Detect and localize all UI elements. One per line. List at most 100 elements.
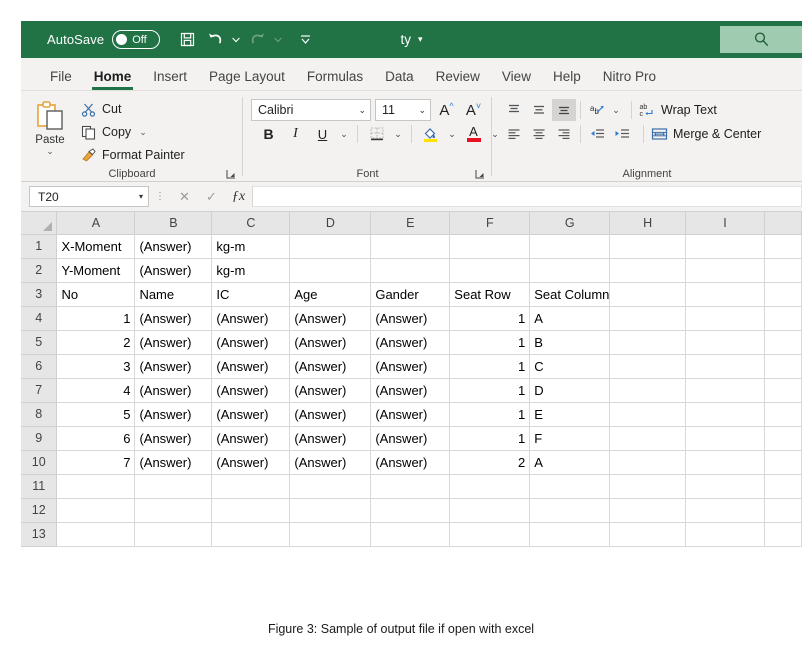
- decrease-font-size-button[interactable]: A ˅: [462, 99, 485, 121]
- enter-formula-button[interactable]: ✓: [198, 186, 225, 207]
- font-color-button[interactable]: A: [462, 123, 485, 145]
- cell-a2[interactable]: Y-Moment: [56, 258, 136, 283]
- cell-c6[interactable]: (Answer): [211, 354, 291, 379]
- select-all-button[interactable]: [21, 212, 58, 235]
- cell-a4[interactable]: 1: [56, 306, 136, 331]
- row-header-2[interactable]: 2: [21, 258, 58, 283]
- cell-e9[interactable]: (Answer): [370, 426, 451, 451]
- cell-a11[interactable]: [56, 474, 136, 499]
- cell-partial-13[interactable]: [764, 522, 802, 547]
- fill-color-button[interactable]: [419, 123, 442, 145]
- cell-c11[interactable]: [211, 474, 291, 499]
- cell-g4[interactable]: A: [529, 306, 611, 331]
- cell-g12[interactable]: [529, 498, 611, 523]
- row-header-8[interactable]: 8: [21, 402, 58, 427]
- cell-f3[interactable]: Seat Row: [449, 282, 531, 307]
- cell-e1[interactable]: [370, 234, 451, 259]
- cell-c5[interactable]: (Answer): [211, 330, 291, 355]
- cell-b10[interactable]: (Answer): [134, 450, 213, 475]
- cell-e3[interactable]: Gander: [370, 282, 451, 307]
- cell-c3[interactable]: IC: [211, 282, 291, 307]
- row-header-9[interactable]: 9: [21, 426, 58, 451]
- cell-h11[interactable]: [609, 474, 687, 499]
- tab-nitro-pro[interactable]: Nitro Pro: [592, 69, 667, 91]
- bold-button[interactable]: B: [257, 123, 280, 145]
- cell-g10[interactable]: A: [529, 450, 611, 475]
- cell-f10[interactable]: 2: [449, 450, 531, 475]
- cell-e11[interactable]: [370, 474, 451, 499]
- cell-partial-10[interactable]: [764, 450, 802, 475]
- cell-h4[interactable]: [609, 306, 687, 331]
- tab-home[interactable]: Home: [83, 69, 143, 91]
- cell-d5[interactable]: (Answer): [289, 330, 372, 355]
- cell-g2[interactable]: [529, 258, 611, 283]
- cell-g5[interactable]: B: [529, 330, 611, 355]
- cell-b9[interactable]: (Answer): [134, 426, 213, 451]
- cell-f12[interactable]: [449, 498, 531, 523]
- insert-function-button[interactable]: ƒx: [225, 186, 252, 207]
- cell-e10[interactable]: (Answer): [370, 450, 451, 475]
- merge-and-center-button[interactable]: Merge & Center: [648, 123, 761, 145]
- align-middle-button[interactable]: [527, 99, 551, 121]
- cell-b12[interactable]: [134, 498, 213, 523]
- tab-formulas[interactable]: Formulas: [296, 69, 374, 91]
- font-name-caret-icon[interactable]: ⌄: [358, 105, 366, 116]
- cell-f11[interactable]: [449, 474, 531, 499]
- cell-a1[interactable]: X-Moment: [56, 234, 136, 259]
- paste-button[interactable]: Paste ⌄: [21, 97, 79, 156]
- cell-d7[interactable]: (Answer): [289, 378, 372, 403]
- cell-d1[interactable]: [289, 234, 372, 259]
- cell-f6[interactable]: 1: [449, 354, 531, 379]
- cell-partial-9[interactable]: [764, 426, 802, 451]
- autosave-toggle[interactable]: Off: [112, 30, 161, 49]
- font-dialog-launcher-icon[interactable]: [474, 168, 486, 180]
- cell-d8[interactable]: (Answer): [289, 402, 372, 427]
- column-header-b[interactable]: B: [134, 212, 213, 235]
- cell-a5[interactable]: 2: [56, 330, 136, 355]
- cell-b1[interactable]: (Answer): [134, 234, 213, 259]
- tab-insert[interactable]: Insert: [142, 69, 198, 91]
- format-painter-button[interactable]: Format Painter: [79, 145, 185, 165]
- cell-partial-3[interactable]: [764, 282, 802, 307]
- cell-h9[interactable]: [609, 426, 687, 451]
- column-header-d[interactable]: D: [289, 212, 372, 235]
- cell-partial-6[interactable]: [764, 354, 802, 379]
- underline-caret-icon[interactable]: ⌄: [338, 123, 350, 145]
- cell-d12[interactable]: [289, 498, 372, 523]
- increase-indent-button[interactable]: [610, 123, 634, 145]
- row-header-11[interactable]: 11: [21, 474, 58, 499]
- row-header-10[interactable]: 10: [21, 450, 58, 475]
- cell-partial-1[interactable]: [764, 234, 802, 259]
- cell-c8[interactable]: (Answer): [211, 402, 291, 427]
- cell-i9[interactable]: [685, 426, 765, 451]
- wrap-text-button[interactable]: ab c Wrap Text: [636, 99, 717, 121]
- cell-d10[interactable]: (Answer): [289, 450, 372, 475]
- cell-d11[interactable]: [289, 474, 372, 499]
- cell-e7[interactable]: (Answer): [370, 378, 451, 403]
- cell-partial-12[interactable]: [764, 498, 802, 523]
- cell-h2[interactable]: [609, 258, 687, 283]
- cell-i1[interactable]: [685, 234, 765, 259]
- orientation-caret-icon[interactable]: ⌄: [610, 99, 622, 121]
- cell-a7[interactable]: 4: [56, 378, 136, 403]
- cell-d13[interactable]: [289, 522, 372, 547]
- copy-dropdown-caret-icon[interactable]: ⌄: [139, 127, 147, 138]
- column-header-c[interactable]: C: [211, 212, 291, 235]
- undo-dropdown-caret-icon[interactable]: [230, 28, 242, 52]
- cell-f2[interactable]: [449, 258, 531, 283]
- cell-partial-7[interactable]: [764, 378, 802, 403]
- cell-h12[interactable]: [609, 498, 687, 523]
- cell-f9[interactable]: 1: [449, 426, 531, 451]
- customize-quick-access-icon[interactable]: [292, 27, 318, 53]
- fill-color-caret-icon[interactable]: ⌄: [446, 123, 458, 145]
- cell-c4[interactable]: (Answer): [211, 306, 291, 331]
- cell-f13[interactable]: [449, 522, 531, 547]
- cell-f5[interactable]: 1: [449, 330, 531, 355]
- cell-h13[interactable]: [609, 522, 687, 547]
- cell-g13[interactable]: [529, 522, 611, 547]
- cell-a12[interactable]: [56, 498, 136, 523]
- copy-button[interactable]: Copy ⌄: [79, 122, 185, 142]
- cell-e5[interactable]: (Answer): [370, 330, 451, 355]
- align-center-button[interactable]: [527, 123, 551, 145]
- tab-file[interactable]: File: [39, 69, 83, 91]
